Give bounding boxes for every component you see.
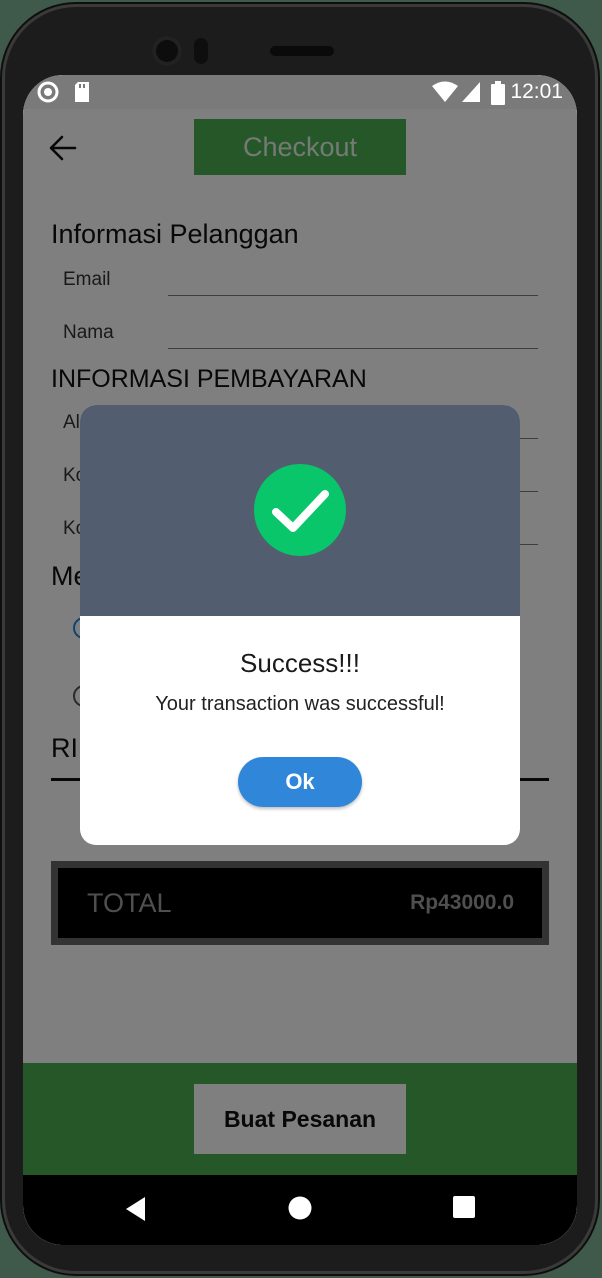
ok-button[interactable]: Ok [238,757,362,807]
dialog-header [80,405,520,616]
dialog-title: Success!!! [240,648,360,678]
dialog-message: Your transaction was successful! [155,693,445,715]
nav-back-icon[interactable] [124,1196,148,1222]
checkout-screen: Checkout Informasi Pelanggan Email Nama … [23,109,577,1245]
cell-signal-icon [462,82,480,102]
nav-recents-icon[interactable] [453,1196,475,1218]
success-dialog: Success!!! Your transaction was successf… [80,405,520,845]
sd-card-icon [75,82,89,102]
proximity-sensor [194,38,208,64]
navigation-bar [23,1175,577,1245]
battery-icon [491,81,505,105]
sync-icon [37,81,59,103]
phone-screen: 12:01 Checkout Informasi Pelanggan Email… [23,75,577,1245]
status-bar: 12:01 [23,75,577,109]
nav-home-icon[interactable] [288,1196,312,1220]
front-camera [152,36,182,66]
success-check-icon [254,464,346,556]
status-time: 12:01 [510,80,563,103]
wifi-icon [432,81,458,102]
earpiece-speaker [270,46,334,56]
